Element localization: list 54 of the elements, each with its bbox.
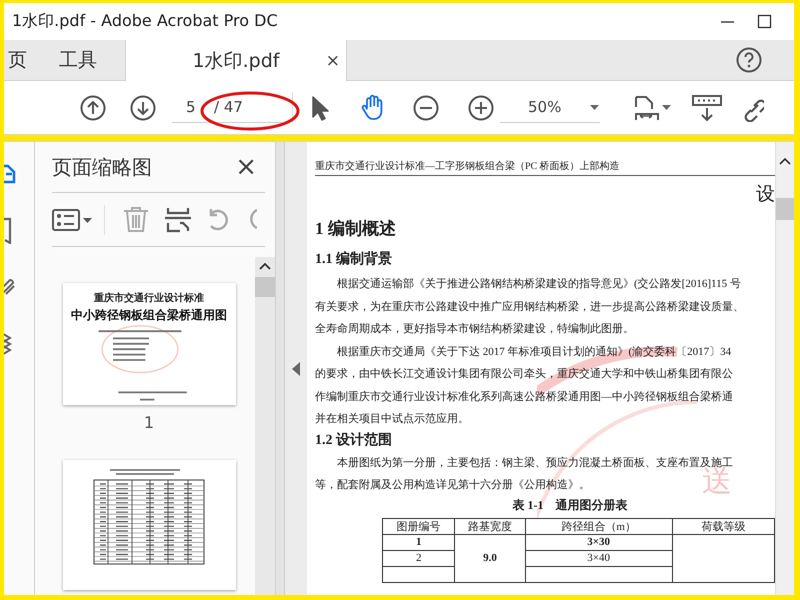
- table-header-cell: 跨径组合（m）: [525, 518, 672, 534]
- hand-icon[interactable]: [359, 94, 385, 122]
- thumbnail-title: 中小跨径钢板组合梁桥通用图: [71, 307, 227, 324]
- text-line: 作编制重庆市交通行业设计标准化系列高速公路桥梁通用图—中小跨径钢板组合梁桥通: [315, 390, 733, 404]
- previous-page-icon[interactable]: [80, 94, 106, 120]
- table-caption: 表 1-1 通用图分册表: [512, 496, 628, 514]
- panel-title: 页面缩略图: [52, 154, 153, 180]
- caret-icon: [589, 104, 600, 110]
- tab[interactable]: 页: [4, 40, 27, 80]
- next-page-icon[interactable]: [130, 94, 156, 120]
- thumbnail-heading: 重庆市交通行业设计标准: [94, 291, 204, 305]
- bookmark-icon[interactable]: [4, 216, 14, 244]
- page-number-label: 1: [144, 413, 154, 432]
- tab[interactable]: 1水印.pdf ×: [125, 40, 347, 81]
- table-cell: 3×30: [525, 534, 672, 550]
- scrollbar-thumb[interactable]: [255, 277, 275, 297]
- page-number-field[interactable]: 5: [172, 92, 212, 122]
- page-total: / 47: [212, 92, 282, 122]
- close-panel-button[interactable]: ×: [235, 154, 257, 180]
- table-cell: 2: [382, 550, 455, 566]
- chapter-heading: 1 编制概述: [315, 218, 397, 240]
- table-header-cell: 路基宽度: [454, 518, 526, 534]
- close-tab-button[interactable]: ×: [326, 50, 340, 70]
- help-icon[interactable]: [736, 47, 762, 73]
- window-title: 1水印.pdf - Adobe Acrobat Pro DC: [12, 11, 279, 32]
- section-heading: 1.2 设计范围: [315, 431, 393, 448]
- zoom-out-icon[interactable]: [413, 94, 439, 120]
- table-cell: 9.0: [454, 534, 526, 582]
- text-line: 有关要求，为在重庆市公路建设中推广应用钢结构桥梁，进一步提高公路桥梁建设质量、: [315, 300, 744, 314]
- text-line: 根据交通运输部《关于推进公路钢结构桥梁建设的指导意见》(交公路发[2016]115 号: [336, 276, 741, 292]
- page-title: 设: [756, 183, 775, 207]
- table-cell: 1: [382, 534, 455, 550]
- text-line: 并在相关项目中试点示范应用。: [315, 412, 469, 427]
- fit-page-icon[interactable]: [632, 94, 672, 122]
- page-thumbnail[interactable]: 重庆市交通行业设计标准 中小跨径钢板组合梁桥通用图: [62, 283, 236, 405]
- section-heading: 1.1 编制背景: [315, 250, 393, 268]
- tab[interactable]: 工具: [55, 40, 97, 80]
- page-thumbnails-icon[interactable]: [4, 162, 18, 186]
- running-header: 重庆市交通行业设计标准—工字形钢板组合梁（PC 桥面板）上部构造: [315, 159, 775, 176]
- zoom-dropdown[interactable]: 50%: [500, 92, 600, 122]
- scrollbar-thumb[interactable]: [776, 198, 794, 220]
- table-header-cell: 图册编号: [382, 518, 455, 534]
- text-line: 全寿命周期成本，更好指导本市钢结构桥梁建设，特编制此图册。: [315, 322, 634, 337]
- maximize-icon[interactable]: [757, 14, 772, 29]
- zoom-in-icon[interactable]: [468, 94, 494, 120]
- text-line: 等，配套附属及公用构造详见第十六分册《公用构造》。: [315, 478, 590, 493]
- text-line: 的要求，由中铁长江交通设计集团有限公司牵头，重庆交通大学和中铁山桥集团有限公: [315, 366, 733, 382]
- extract-pages-icon[interactable]: [165, 206, 191, 233]
- stamp-down-icon[interactable]: [692, 94, 722, 122]
- table-header-cell: 荷载等级: [672, 518, 774, 534]
- text-line: 根据重庆市交通局《关于下达 2017 年标准项目计划的通知》(渝交委科〔2017〕34: [336, 344, 732, 360]
- collapse-panel-icon[interactable]: [292, 362, 300, 376]
- options-icon[interactable]: [52, 206, 92, 232]
- page-thumbnail[interactable]: [62, 460, 236, 590]
